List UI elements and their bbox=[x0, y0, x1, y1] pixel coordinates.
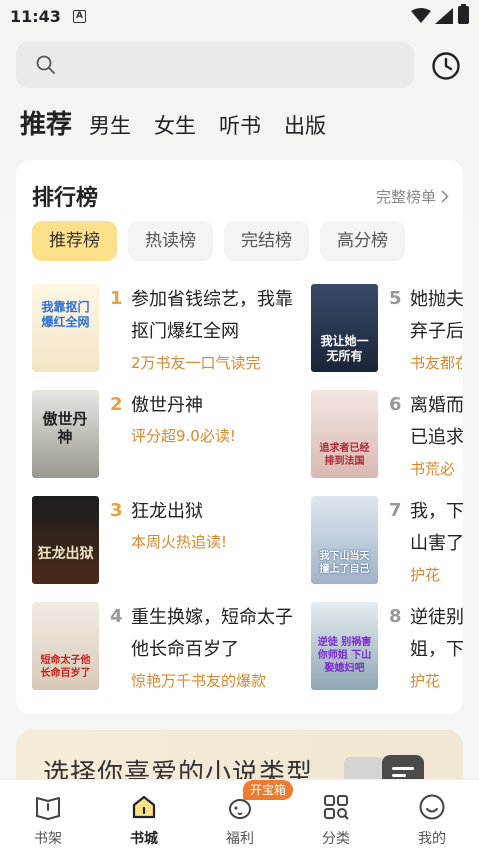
cover-title: 追求者已经排到法国 bbox=[319, 443, 370, 467]
tab-male[interactable]: 男生 bbox=[89, 110, 131, 140]
book-item[interactable]: 狂龙出狱 3 狂龙出狱 本周火热追读! bbox=[32, 496, 294, 586]
status-time: 11:43 bbox=[10, 7, 61, 26]
book-shelf-icon bbox=[36, 797, 60, 820]
book-tag: 护花 bbox=[410, 672, 441, 690]
book-item[interactable]: 我让她一无所有 5 她抛夫弃子后让她一无所有 书友都在 bbox=[311, 284, 463, 374]
book-cover: 傲世丹神 bbox=[32, 390, 99, 478]
nav-label: 分类 bbox=[322, 831, 350, 847]
full-ranking-label: 完整榜单 bbox=[375, 188, 436, 206]
smile-profile-icon bbox=[419, 794, 445, 820]
rank-number: 5 bbox=[389, 288, 402, 309]
chip-completed[interactable]: 完结榜 bbox=[224, 221, 309, 261]
book-title: 离婚而已追求者 bbox=[410, 395, 463, 448]
nav-label: 书架 bbox=[34, 831, 62, 847]
chip-high-score[interactable]: 高分榜 bbox=[320, 221, 405, 261]
signal-icon bbox=[435, 8, 453, 24]
book-tag: 书友都在 bbox=[410, 354, 462, 372]
rank-number: 3 bbox=[110, 500, 123, 521]
notification-a-icon: A bbox=[73, 10, 86, 23]
book-tag: 护花 bbox=[410, 566, 441, 584]
book-item[interactable]: 逆徒 别祸害你师姐 下山娶媳妇吧 8 逆徒别姐，下 护花 bbox=[311, 602, 463, 692]
cover-title: 我下山当天撞上了自己 bbox=[319, 551, 370, 575]
book-item[interactable]: 追求者已经排到法国 6 离婚而已追求者 书荒必 bbox=[311, 390, 463, 480]
ranking-card: 排行榜 完整榜单 推荐榜 热读榜 完结榜 高分榜 我靠抠门爆红全网 1 参加省钱… bbox=[16, 160, 463, 714]
book-title: 她抛夫弃子后让她一无所有 bbox=[410, 289, 463, 342]
cover-title: 短命太子他长命百岁了 bbox=[40, 655, 91, 679]
book-tag: 2万书友一口气读完 bbox=[131, 354, 261, 372]
cover-title: 我让她一无所有 bbox=[320, 334, 369, 363]
chevron-right-icon bbox=[441, 190, 449, 203]
rank-number: 4 bbox=[110, 606, 123, 627]
book-cover: 短命太子他长命百岁了 bbox=[32, 602, 99, 690]
book-item[interactable]: 短命太子他长命百岁了 4 重生换嫁，短命太子他长命百岁了 惊艳万千书友的爆款 bbox=[32, 602, 294, 692]
ranking-chips: 推荐榜 热读榜 完结榜 高分榜 bbox=[32, 221, 416, 261]
book-cover: 追求者已经排到法国 bbox=[311, 390, 378, 478]
book-item[interactable]: 我靠抠门爆红全网 1 参加省钱综艺，我靠抠门爆红全网 2万书友一口气读完 bbox=[32, 284, 294, 374]
book-title: 重生换嫁，短命太子他长命百岁了 bbox=[131, 607, 293, 660]
book-cover: 我下山当天撞上了自己 bbox=[311, 496, 378, 584]
book-title: 逆徒别姐，下 bbox=[410, 607, 463, 660]
nav-label: 我的 bbox=[418, 831, 446, 847]
history-clock-icon[interactable] bbox=[431, 51, 461, 81]
cover-title: 我靠抠门爆红全网 bbox=[41, 300, 90, 329]
wifi-icon bbox=[411, 8, 431, 23]
book-title: 傲世丹神 bbox=[131, 395, 203, 416]
tab-female[interactable]: 女生 bbox=[154, 110, 196, 140]
nav-label: 书城 bbox=[130, 831, 158, 847]
book-tag: 惊艳万千书友的爆款 bbox=[131, 672, 267, 690]
home-store-icon bbox=[132, 795, 156, 819]
nav-profile[interactable]: 我的 bbox=[384, 780, 479, 853]
rank-number: 1 bbox=[110, 288, 123, 309]
treasure-box-badge[interactable]: 开宝箱 bbox=[243, 780, 294, 800]
grid-category-icon bbox=[324, 795, 349, 820]
rank-number: 2 bbox=[110, 394, 123, 415]
tab-recommend[interactable]: 推荐 bbox=[20, 104, 72, 141]
chip-hot[interactable]: 热读榜 bbox=[128, 221, 213, 261]
cover-title: 逆徒 别祸害你师姐 下山娶媳妇吧 bbox=[317, 637, 372, 674]
nav-label: 福利 bbox=[226, 831, 254, 847]
book-title: 我，下山害了自 bbox=[410, 501, 463, 554]
book-item[interactable]: 我下山当天撞上了自己 7 我，下山害了自 护花 bbox=[311, 496, 463, 586]
book-tag: 书荒必 bbox=[410, 460, 456, 478]
search-input[interactable] bbox=[16, 42, 414, 88]
book-cover: 狂龙出狱 bbox=[32, 496, 99, 584]
tab-audiobook[interactable]: 听书 bbox=[219, 110, 261, 140]
category-tabs: 推荐 男生 女生 听书 出版 bbox=[20, 104, 349, 144]
cover-title: 傲世丹神 bbox=[42, 410, 88, 446]
book-cover: 逆徒 别祸害你师姐 下山娶媳妇吧 bbox=[311, 602, 378, 690]
rank-number: 7 bbox=[389, 500, 402, 521]
tab-published[interactable]: 出版 bbox=[284, 110, 326, 140]
nav-category[interactable]: 分类 bbox=[288, 780, 384, 853]
ranking-title: 排行榜 bbox=[32, 186, 99, 211]
book-title: 参加省钱综艺，我靠抠门爆红全网 bbox=[131, 289, 293, 342]
rank-number: 8 bbox=[389, 606, 402, 627]
book-item[interactable]: 傲世丹神 2 傲世丹神 评分超9.0必读! bbox=[32, 390, 294, 480]
cover-title: 狂龙出狱 bbox=[37, 546, 94, 562]
book-cover: 我让她一无所有 bbox=[311, 284, 378, 372]
nav-bookstore[interactable]: 书城 bbox=[96, 780, 192, 853]
search-icon bbox=[36, 55, 55, 74]
chip-recommend[interactable]: 推荐榜 bbox=[32, 221, 117, 261]
nav-bookshelf[interactable]: 书架 bbox=[0, 780, 96, 853]
book-cover: 我靠抠门爆红全网 bbox=[32, 284, 99, 372]
book-tag: 评分超9.0必读! bbox=[131, 427, 236, 445]
battery-icon bbox=[458, 4, 469, 24]
status-bar: 11:43 A bbox=[0, 0, 479, 34]
rank-number: 6 bbox=[389, 394, 402, 415]
full-ranking-link[interactable]: 完整榜单 bbox=[376, 186, 449, 207]
bottom-nav: 书架 书城 福利 分类 我的 bbox=[0, 779, 479, 853]
book-title: 狂龙出狱 bbox=[131, 501, 203, 522]
book-tag: 本周火热追读! bbox=[131, 533, 228, 551]
